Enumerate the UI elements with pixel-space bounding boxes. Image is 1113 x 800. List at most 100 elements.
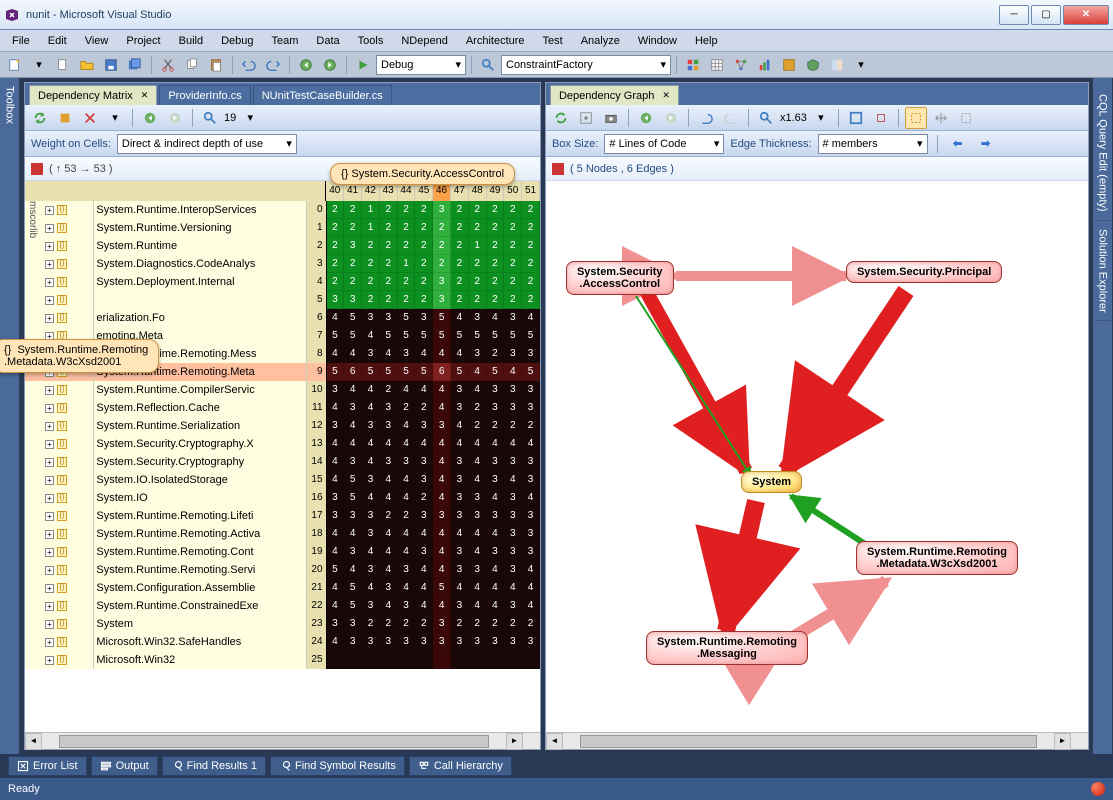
matrix-cell[interactable]: 3 [344, 291, 362, 309]
matrix-cell[interactable]: 3 [380, 453, 398, 471]
matrix-cell[interactable]: 3 [504, 489, 522, 507]
matrix-cell[interactable]: 3 [362, 309, 380, 327]
toolbox-sidetab[interactable]: Toolbox [0, 78, 20, 754]
matrix-cell[interactable]: 2 [398, 615, 416, 633]
matrix-cell[interactable]: 4 [469, 453, 487, 471]
ndepend-matrix-button[interactable] [706, 54, 728, 76]
matrix-row[interactable]: +{}System.Diagnostics.CodeAnalys32222122… [25, 255, 540, 273]
matrix-cell[interactable]: 4 [433, 381, 451, 399]
matrix-cell[interactable]: 2 [504, 255, 522, 273]
menu-data[interactable]: Data [308, 33, 347, 49]
tree-expander[interactable]: +{} [25, 525, 94, 543]
bottom-tab-find-results-1[interactable]: Find Results 1 [162, 756, 266, 776]
matrix-cell[interactable]: 3 [433, 291, 451, 309]
matrix-row[interactable]: +{}System.Security.Cryptography.X1344444… [25, 435, 540, 453]
matrix-row[interactable]: +{}erialization.Fo6453353543434 [25, 309, 540, 327]
graph-marquee-button[interactable] [955, 107, 977, 129]
matrix-cell[interactable]: 4 [398, 543, 416, 561]
matrix-cell[interactable]: 2 [504, 273, 522, 291]
matrix-cell[interactable]: 3 [398, 453, 416, 471]
matrix-row[interactable]: +{}System.Reflection.Cache11434322432333 [25, 399, 540, 417]
bottom-tab-output[interactable]: Output [91, 756, 158, 776]
tree-expander[interactable]: +{} [25, 237, 94, 255]
arrow-right-button[interactable]: ➡ [975, 133, 997, 155]
bottom-tab-find-symbol-results[interactable]: Find Symbol Results [270, 756, 405, 776]
matrix-cell[interactable]: 3 [380, 309, 398, 327]
matrix-row[interactable]: +{}5332222322222 [25, 291, 540, 309]
matrix-cell[interactable]: 5 [380, 327, 398, 345]
matrix-cell[interactable]: 4 [362, 579, 380, 597]
matrix-cell[interactable]: 3 [362, 417, 380, 435]
matrix-cell[interactable]: 3 [504, 345, 522, 363]
matrix-cell[interactable]: 3 [344, 453, 362, 471]
matrix-cell[interactable]: 5 [398, 327, 416, 345]
matrix-cell[interactable]: 3 [504, 453, 522, 471]
back-button[interactable] [139, 107, 161, 129]
matrix-row[interactable]: +{}Microsoft.Win32.SafeHandles2443333333… [25, 633, 540, 651]
matrix-cell[interactable]: 4 [344, 381, 362, 399]
matrix-cell[interactable]: 4 [362, 381, 380, 399]
tree-expander[interactable]: +{} [25, 435, 94, 453]
zoom-dropdown[interactable]: ▾ [239, 107, 261, 129]
matrix-cell[interactable]: 2 [469, 255, 487, 273]
matrix-row[interactable]: +{}System.IO.IsolatedStorage154534434343… [25, 471, 540, 489]
matrix-cell[interactable]: 4 [487, 309, 505, 327]
matrix-cell[interactable]: 3 [469, 633, 487, 651]
matrix-cell[interactable]: 3 [433, 417, 451, 435]
matrix-cell[interactable]: 5 [344, 471, 362, 489]
matrix-cell[interactable]: 3 [327, 615, 345, 633]
tree-expander[interactable]: +{} [25, 615, 94, 633]
matrix-cell[interactable]: 3 [327, 417, 345, 435]
matrix-cell[interactable]: 4 [398, 579, 416, 597]
matrix-cell[interactable]: 2 [487, 201, 505, 219]
matrix-cell[interactable]: 4 [433, 345, 451, 363]
matrix-cell[interactable]: 3 [522, 633, 540, 651]
matrix-cell[interactable]: 2 [504, 237, 522, 255]
matrix-cell[interactable]: 3 [451, 543, 469, 561]
matrix-row[interactable]: +{}System.Runtime.Versioning122122222222… [25, 219, 540, 237]
matrix-cell[interactable]: 3 [469, 489, 487, 507]
matrix-cell[interactable]: 3 [415, 507, 433, 525]
tab-dependency-matrix[interactable]: Dependency Matrix✕ [29, 85, 157, 105]
matrix-cell[interactable]: 4 [469, 543, 487, 561]
matrix-cell[interactable]: 4 [504, 471, 522, 489]
ndepend-query-button[interactable] [778, 54, 800, 76]
menu-tools[interactable]: Tools [350, 33, 392, 49]
matrix-row[interactable]: +{}System.Runtime2232222221222 [25, 237, 540, 255]
matrix-cell[interactable]: 4 [469, 363, 487, 381]
matrix-cell[interactable]: 4 [344, 561, 362, 579]
matrix-cell[interactable]: 3 [522, 471, 540, 489]
matrix-cell[interactable]: 5 [504, 327, 522, 345]
matrix-row[interactable]: +{}System.Runtime.ConstrainedExe22453434… [25, 597, 540, 615]
tab-providerinfo[interactable]: ProviderInfo.cs [159, 85, 250, 105]
matrix-cell[interactable]: 2 [469, 219, 487, 237]
matrix-cell[interactable]: 4 [327, 453, 345, 471]
matrix-cell[interactable]: 3 [433, 201, 451, 219]
matrix-cell[interactable]: 2 [433, 237, 451, 255]
matrix-cell[interactable]: 5 [327, 561, 345, 579]
matrix-cell[interactable]: 2 [433, 255, 451, 273]
matrix-cell[interactable]: 4 [327, 579, 345, 597]
matrix-row[interactable]: +{}Microsoft.Win3225 [25, 651, 540, 669]
matrix-cell[interactable]: 3 [451, 489, 469, 507]
matrix-cell[interactable]: 5 [433, 327, 451, 345]
matrix-row[interactable]: +{}System.Runtime.Remoting.Activa1844344… [25, 525, 540, 543]
matrix-cell[interactable]: 3 [522, 543, 540, 561]
tree-expander[interactable]: +{} [25, 255, 94, 273]
graph-center-button[interactable] [575, 107, 597, 129]
matrix-cell[interactable]: 4 [433, 561, 451, 579]
matrix-cell[interactable]: 2 [451, 201, 469, 219]
matrix-cell[interactable]: 5 [487, 363, 505, 381]
matrix-cell[interactable]: 2 [380, 201, 398, 219]
zoom-button[interactable] [199, 107, 221, 129]
matrix-cell[interactable]: 4 [327, 471, 345, 489]
matrix-cell[interactable]: 4 [327, 525, 345, 543]
matrix-cell[interactable]: 2 [415, 399, 433, 417]
matrix-cell[interactable]: 4 [362, 489, 380, 507]
matrix-cell[interactable]: 3 [433, 273, 451, 291]
matrix-cell[interactable]: 2 [451, 237, 469, 255]
undo-button[interactable] [238, 54, 260, 76]
tree-expander[interactable]: +{} [25, 417, 94, 435]
matrix-cell[interactable] [522, 651, 540, 669]
matrix-cell[interactable]: 4 [415, 435, 433, 453]
